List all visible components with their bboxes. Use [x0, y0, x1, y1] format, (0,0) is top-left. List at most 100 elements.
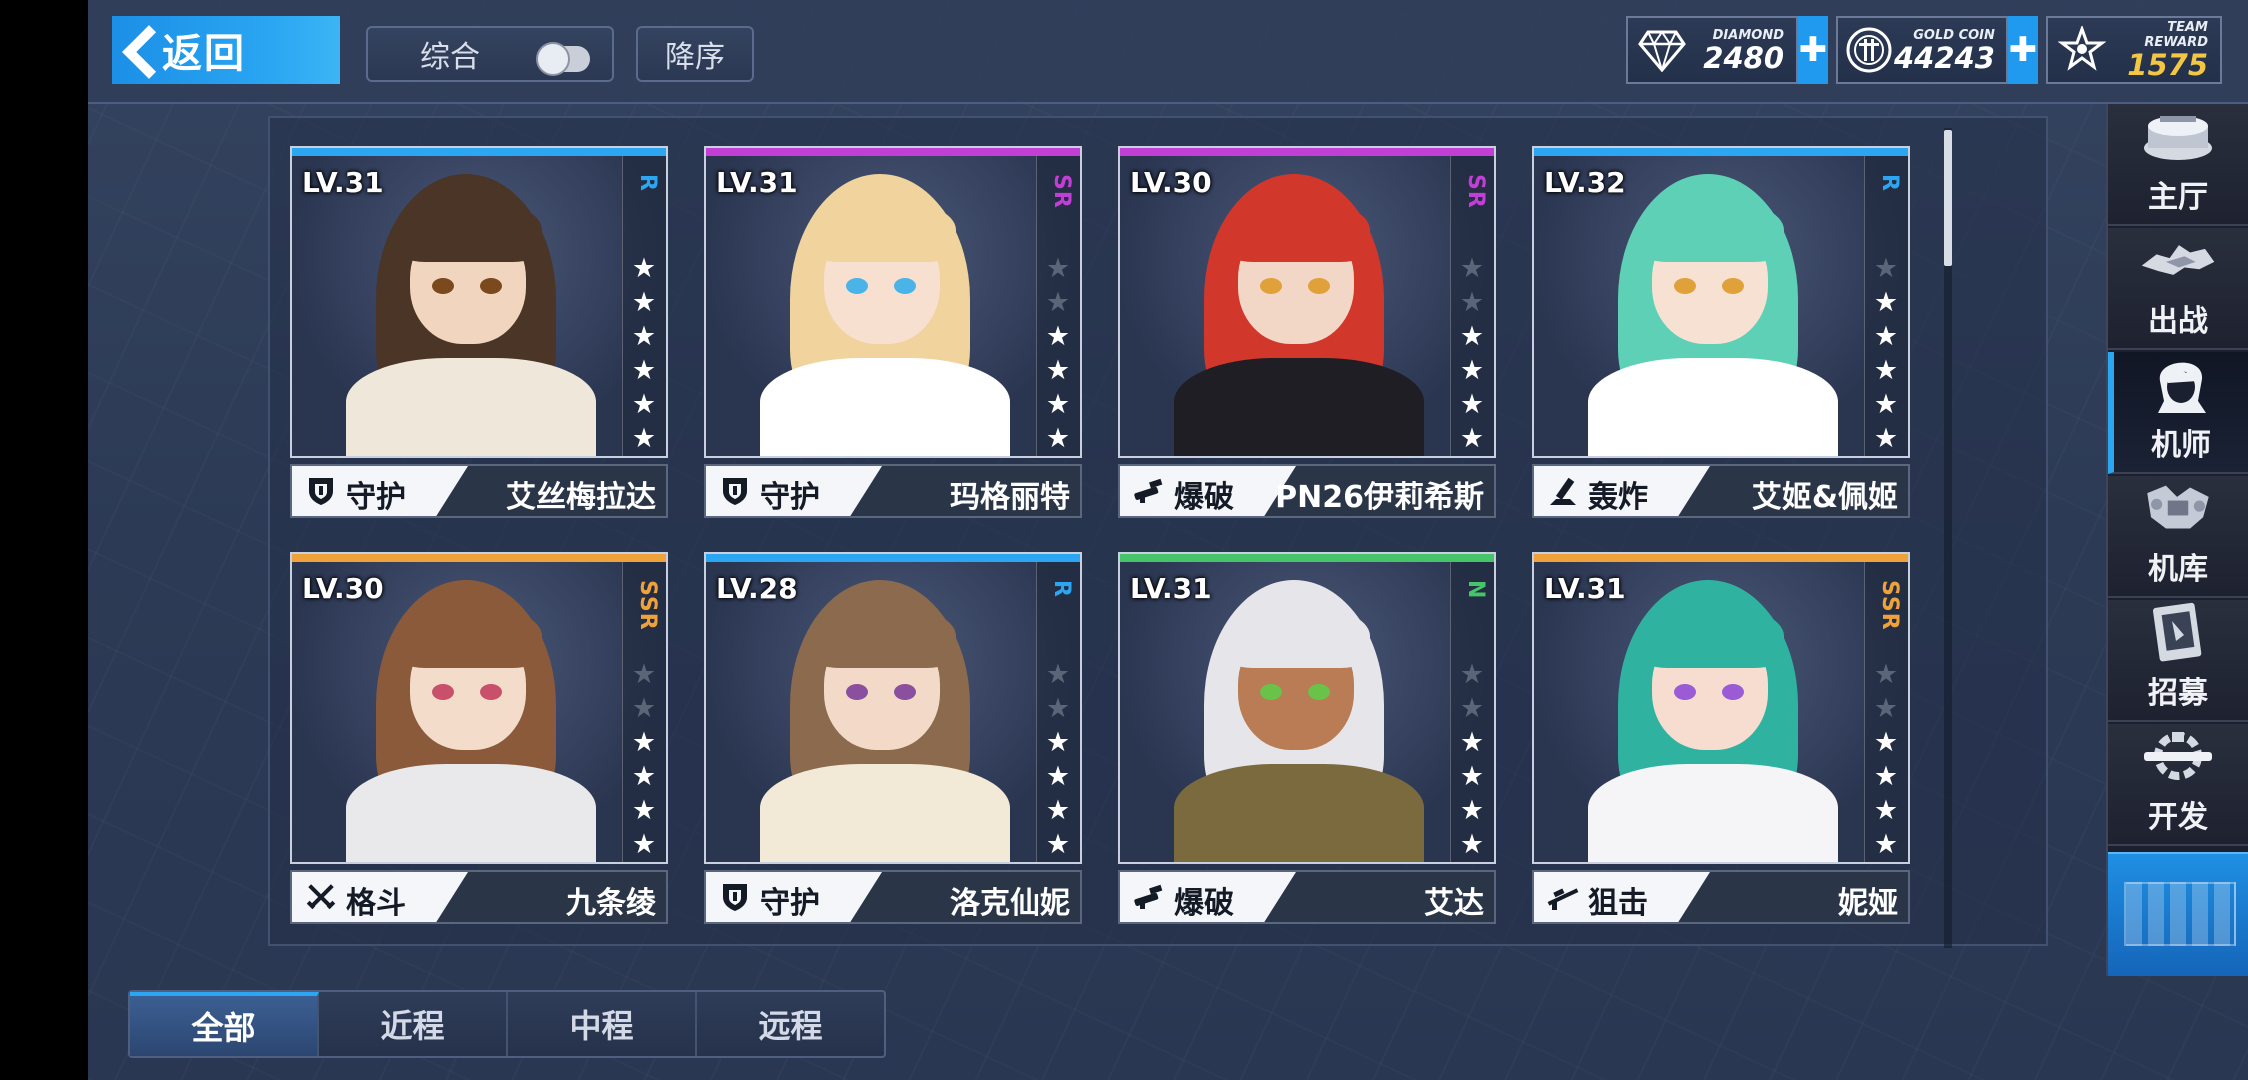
plus-icon: ✚: [1798, 30, 1828, 70]
nav-sortie-label: 出战: [2148, 304, 2208, 339]
nav-pilot[interactable]: 机师: [2108, 352, 2248, 474]
star-icon: ★: [1459, 659, 1485, 690]
rarity-bar: [292, 554, 666, 562]
star-icon: ★: [1045, 829, 1071, 860]
tab-long-range[interactable]: 远程: [697, 992, 884, 1056]
rarity-label: SSR: [1877, 580, 1902, 631]
star-icon: ★: [631, 659, 657, 690]
pilot-card[interactable]: LV.28 R ★ ★ ★ ★ ★ ★ 守护 洛克仙妮: [704, 552, 1082, 924]
sort-toggle[interactable]: [536, 42, 590, 76]
rarity-bar: [706, 554, 1080, 562]
add-gold-button[interactable]: ✚: [2008, 16, 2038, 84]
star-icon: ★: [1459, 795, 1485, 826]
gold-coin-value: 44243: [1894, 40, 1995, 75]
pilot-card[interactable]: LV.32 R ★ ★ ★ ★ ★ ★ 轰炸 艾姬&佩姬: [1532, 146, 1910, 518]
star-icon: ★: [1873, 693, 1899, 724]
star-icon: ★: [1045, 693, 1071, 724]
star-icon: ★: [1459, 761, 1485, 792]
pilot-portrait: LV.32 R ★ ★ ★ ★ ★ ★: [1532, 146, 1910, 458]
scrollbar-thumb[interactable]: [1944, 130, 1952, 266]
sort-label: 综合: [420, 40, 480, 75]
pilot-portrait: LV.30 SR ★ ★ ★ ★ ★ ★: [1118, 146, 1496, 458]
star-icon: ★: [1459, 423, 1485, 454]
pilot-card[interactable]: LV.31 SSR ★ ★ ★ ★ ★ ★ 狙击 妮娅: [1532, 552, 1910, 924]
star-icon: ★: [631, 829, 657, 860]
star-icon: ★: [1873, 287, 1899, 318]
pilot-name: 艾丝梅拉达: [506, 480, 656, 515]
pilot-info-bar: 格斗 九条绫: [290, 870, 668, 924]
pilot-info-bar: 守护 艾丝梅拉达: [290, 464, 668, 518]
pilot-info-bar: 守护 玛格丽特: [704, 464, 1082, 518]
role-label: 格斗: [346, 886, 406, 921]
pilot-level: LV.31: [716, 166, 798, 199]
pilot-level: LV.31: [1130, 572, 1212, 605]
diamond-icon: [1634, 22, 1690, 78]
nav-recruit[interactable]: 招募: [2108, 600, 2248, 722]
nav-base-button[interactable]: [2108, 852, 2248, 976]
rarity-label: SSR: [635, 580, 660, 631]
pilot-card[interactable]: LV.31 N ★ ★ ★ ★ ★ ★ 爆破 艾达: [1118, 552, 1496, 924]
pilot-card[interactable]: LV.30 SR ★ ★ ★ ★ ★ ★ 爆破 PN26伊莉希斯: [1118, 146, 1496, 518]
pilot-portrait: LV.31 SR ★ ★ ★ ★ ★ ★: [704, 146, 1082, 458]
role-label: 轰炸: [1588, 480, 1648, 515]
shield-icon: [304, 475, 338, 507]
role-badge: 轰炸: [1534, 466, 1710, 516]
rarity-column: SSR ★ ★ ★ ★ ★ ★: [1864, 562, 1908, 862]
sniper-icon: [1546, 881, 1580, 913]
rarity-column: R ★ ★ ★ ★ ★ ★: [1036, 562, 1080, 862]
back-button[interactable]: 返回: [112, 16, 340, 84]
add-diamond-button[interactable]: ✚: [1798, 16, 1828, 84]
star-icon: ★: [1873, 761, 1899, 792]
pilot-level: LV.28: [716, 572, 798, 605]
star-rating: ★ ★ ★ ★ ★ ★: [1458, 252, 1486, 456]
star-icon: ★: [1459, 287, 1485, 318]
role-badge: 守护: [292, 466, 468, 516]
order-button[interactable]: 降序: [636, 26, 754, 82]
sort-button[interactable]: 综合: [366, 26, 614, 82]
tab-mid-range[interactable]: 中程: [508, 992, 697, 1056]
right-nav: 主厅 出战 机师 机库 招募 开发: [2106, 104, 2248, 976]
star-icon: ★: [631, 727, 657, 758]
develop-icon: [2138, 726, 2218, 786]
pilot-portrait: LV.31 SSR ★ ★ ★ ★ ★ ★: [1532, 552, 1910, 864]
nav-develop[interactable]: 开发: [2108, 724, 2248, 846]
role-label: 爆破: [1174, 480, 1234, 515]
role-label: 爆破: [1174, 886, 1234, 921]
star-icon: ★: [1873, 389, 1899, 420]
tab-short-range[interactable]: 近程: [319, 992, 508, 1056]
rarity-column: SR ★ ★ ★ ★ ★ ★: [1036, 156, 1080, 456]
pilot-info-bar: 守护 洛克仙妮: [704, 870, 1082, 924]
rarity-column: R ★ ★ ★ ★ ★ ★: [622, 156, 666, 456]
star-rating: ★ ★ ★ ★ ★ ★: [630, 252, 658, 456]
tab-all[interactable]: 全部: [130, 992, 319, 1056]
star-icon: ★: [1045, 355, 1071, 386]
nav-sortie[interactable]: 出战: [2108, 228, 2248, 350]
pilot-card[interactable]: LV.30 SSR ★ ★ ★ ★ ★ ★ 格斗 九条绫: [290, 552, 668, 924]
star-icon: ★: [1459, 693, 1485, 724]
nav-main-hall[interactable]: 主厅: [2108, 104, 2248, 226]
pilot-card[interactable]: LV.31 SR ★ ★ ★ ★ ★ ★ 守护 玛格丽特: [704, 146, 1082, 518]
pilot-level: LV.30: [302, 572, 384, 605]
nav-pilot-label: 机师: [2151, 428, 2211, 463]
star-rating: ★ ★ ★ ★ ★ ★: [1872, 658, 1900, 862]
pilot-info-bar: 狙击 妮娅: [1532, 870, 1910, 924]
star-icon: ★: [631, 693, 657, 724]
star-icon: ★: [1045, 761, 1071, 792]
star-icon: ★: [1459, 321, 1485, 352]
rarity-bar: [292, 148, 666, 156]
pilot-name: PN26伊莉希斯: [1275, 480, 1484, 515]
nav-hangar[interactable]: 机库: [2108, 476, 2248, 598]
star-icon: ★: [1459, 727, 1485, 758]
diamond-value: 2480: [1703, 40, 1784, 75]
pilot-name: 艾姬&佩姬: [1751, 480, 1898, 515]
star-icon: ★: [631, 761, 657, 792]
rarity-label: SR: [1049, 174, 1074, 209]
sortie-icon: [2138, 230, 2218, 290]
role-badge: 狙击: [1534, 872, 1710, 922]
rarity-column: SR ★ ★ ★ ★ ★ ★: [1450, 156, 1494, 456]
pilot-card[interactable]: LV.31 R ★ ★ ★ ★ ★ ★ 守护 艾丝梅拉达: [290, 146, 668, 518]
rarity-column: SSR ★ ★ ★ ★ ★ ★: [622, 562, 666, 862]
star-icon: ★: [1459, 389, 1485, 420]
pilot-info-bar: 轰炸 艾姬&佩姬: [1532, 464, 1910, 518]
role-badge: 守护: [706, 466, 882, 516]
